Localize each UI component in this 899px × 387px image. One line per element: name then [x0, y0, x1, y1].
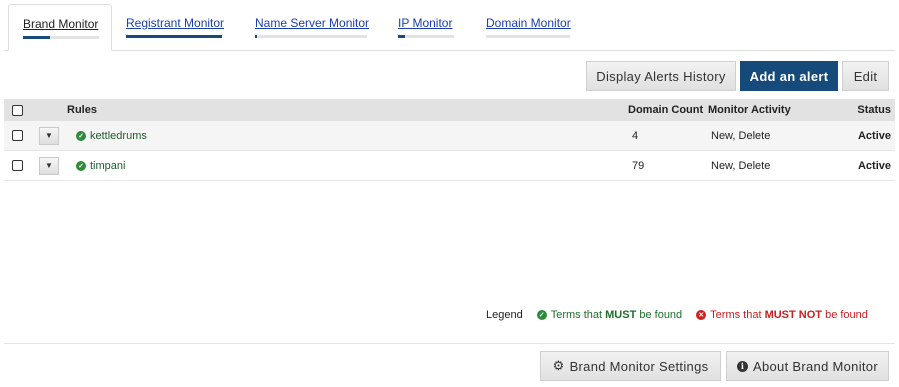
- row-checkbox[interactable]: [12, 160, 23, 171]
- tab-label: IP Monitor: [398, 16, 453, 30]
- caret-down-icon[interactable]: ▼: [39, 156, 59, 175]
- row-menu-cell: ▼: [39, 151, 59, 180]
- check-circle-icon: ✓: [76, 130, 86, 141]
- select-all-cell: [12, 99, 23, 121]
- tab-progress-bar: [255, 35, 367, 38]
- monitor-tabs: Brand Monitor Registrant Monitor Name Se…: [4, 0, 895, 51]
- table-row: ▼ ✓ timpani 79 New, Delete Active: [4, 151, 895, 181]
- header-monitor-activity[interactable]: Monitor Activity: [708, 99, 791, 121]
- rule-name[interactable]: kettledrums: [90, 130, 147, 142]
- tab-progress-bar: [486, 35, 570, 38]
- tab-domain-monitor[interactable]: Domain Monitor: [486, 4, 571, 51]
- tab-label: Brand Monitor: [23, 17, 99, 31]
- add-alert-button[interactable]: Add an alert: [740, 61, 838, 91]
- tab-label: Name Server Monitor: [255, 16, 370, 30]
- rule-cell: ✓ kettledrums: [76, 121, 147, 150]
- tab-name-server-monitor[interactable]: Name Server Monitor: [255, 4, 370, 51]
- monitor-activity: New, Delete: [711, 129, 771, 142]
- row-checkbox-cell: [12, 151, 23, 180]
- tab-progress-fill: [126, 35, 222, 38]
- tab-progress-bar: [23, 36, 99, 39]
- domain-count: 4: [632, 129, 639, 142]
- check-circle-icon: ✓: [76, 160, 86, 171]
- tab-ip-monitor[interactable]: IP Monitor: [398, 4, 454, 51]
- row-checkbox-cell: [12, 121, 23, 150]
- tab-registrant-monitor[interactable]: Registrant Monitor: [126, 4, 225, 51]
- monitor-activity: New, Delete: [711, 159, 771, 172]
- legend: Legend ✓ Terms that MUST be found ✕ Term…: [486, 309, 868, 321]
- about-brand-monitor-button[interactable]: i About Brand Monitor: [726, 351, 889, 381]
- header-rules[interactable]: Rules: [67, 99, 97, 121]
- header-domain-count[interactable]: Domain Count: [628, 99, 703, 121]
- edit-button[interactable]: Edit: [842, 61, 889, 91]
- rules-table: Rules Domain Count Monitor Activity Stat…: [4, 99, 895, 181]
- info-icon: i: [737, 360, 749, 372]
- legend-mustnot-prefix: Terms that: [710, 309, 765, 321]
- row-menu-cell: ▼: [39, 121, 59, 150]
- rule-name[interactable]: timpani: [90, 160, 125, 172]
- tab-label: Domain Monitor: [486, 16, 571, 30]
- header-status[interactable]: Status: [857, 99, 891, 121]
- legend-must-emph: MUST: [605, 309, 637, 321]
- about-label: About Brand Monitor: [753, 358, 878, 374]
- domain-count: 79: [632, 159, 645, 172]
- brand-monitor-settings-button[interactable]: ⚙ Brand Monitor Settings: [540, 351, 721, 381]
- tab-label: Registrant Monitor: [126, 16, 225, 30]
- legend-mustnot-suffix: be found: [822, 309, 868, 321]
- tab-progress-bar: [126, 35, 222, 38]
- tab-progress-fill: [23, 36, 50, 39]
- status-value: Active: [857, 159, 891, 172]
- tab-brand-monitor[interactable]: Brand Monitor: [8, 4, 112, 51]
- table-row: ▼ ✓ kettledrums 4 New, Delete Active: [4, 121, 895, 151]
- status-value: Active: [857, 129, 891, 142]
- tab-progress-bar: [398, 35, 454, 38]
- legend-must: ✓ Terms that MUST be found: [536, 309, 683, 321]
- tab-progress-fill: [255, 35, 258, 38]
- table-header: Rules Domain Count Monitor Activity Stat…: [4, 99, 895, 121]
- footer-divider: [4, 343, 895, 344]
- caret-down-icon[interactable]: ▼: [39, 126, 59, 145]
- rule-cell: ✓ timpani: [76, 151, 125, 180]
- row-checkbox[interactable]: [12, 130, 23, 141]
- tab-progress-fill: [398, 35, 405, 38]
- legend-must-prefix: Terms that: [550, 309, 606, 321]
- display-alerts-history-button[interactable]: Display Alerts History: [586, 61, 736, 91]
- select-all-checkbox[interactable]: [12, 104, 23, 116]
- gear-icon: ⚙: [552, 358, 565, 373]
- legend-must-not: ✕ Terms that MUST NOT be found: [696, 309, 868, 321]
- legend-mustnot-emph: MUST NOT: [764, 309, 823, 321]
- check-circle-icon: ✓: [536, 310, 547, 320]
- legend-must-suffix: be found: [636, 309, 683, 321]
- settings-label: Brand Monitor Settings: [569, 358, 709, 374]
- x-circle-icon: ✕: [696, 310, 707, 320]
- legend-label: Legend: [486, 309, 523, 321]
